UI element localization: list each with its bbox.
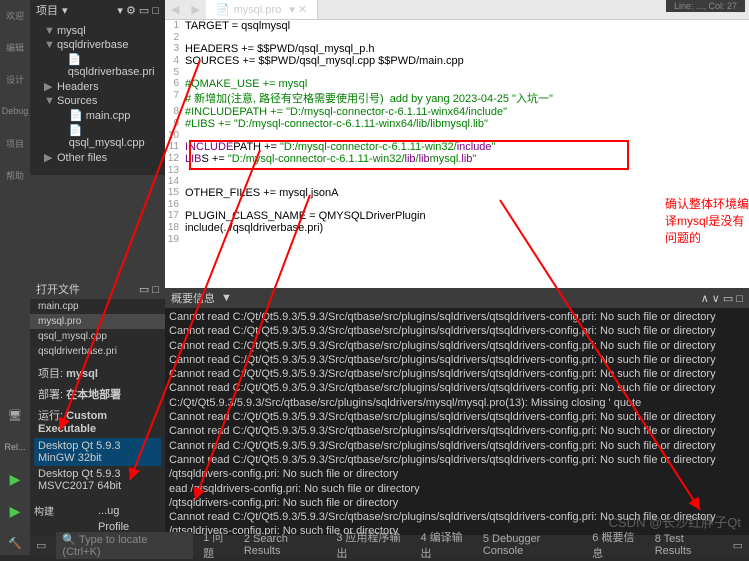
projects-mode[interactable]: 项目 <box>3 131 27 155</box>
tree-item[interactable]: 📄 qsql_mysql.cpp <box>32 123 163 150</box>
text-annotation: 确认整体环境编译mysql是没有问题的 <box>665 195 749 246</box>
status-tab[interactable]: 4 编译输出 <box>420 529 472 561</box>
open-file-item[interactable]: qsqldriverbase.pri <box>30 344 165 359</box>
status-tab[interactable]: 1 问题 <box>203 529 234 561</box>
project-tree[interactable]: ▼mysql▼qsqldriverbase📄 qsqldriverbase.pr… <box>30 20 165 175</box>
mode-rail: 欢迎 编辑 设计 Debug 项目 帮助 🖥 Rel... ▶ ▶ 🔨 <box>0 0 30 555</box>
project-panel-header: 项目▾▾ ⚙ ▭ □ <box>30 0 165 20</box>
status-tab[interactable]: 6 概要信息 <box>592 529 644 561</box>
tree-item[interactable]: 📄 qsqldriverbase.pri <box>32 52 163 79</box>
tree-item[interactable]: ▼Sources <box>32 94 163 108</box>
open-files-header: 打开文件▭ □ <box>30 279 165 299</box>
toggle-sidebar-icon[interactable]: ▭ <box>36 539 46 552</box>
run-icon[interactable]: ▶ <box>3 467 27 491</box>
build-config-option[interactable]: ...ug <box>94 503 161 519</box>
kit-option[interactable]: Desktop Qt 5.9.3 MinGW 32bit <box>34 438 161 466</box>
file-icon: 📄 <box>216 3 230 16</box>
design-mode[interactable]: 设计 <box>3 67 27 91</box>
debug-mode[interactable]: Debug <box>3 99 27 123</box>
status-tab[interactable]: 5 Debugger Console <box>483 529 582 561</box>
welcome-mode[interactable]: 欢迎 <box>3 3 27 27</box>
build-icon[interactable]: 🔨 <box>3 531 27 555</box>
kit-panel: 项目: mysql 部署: 在本地部署 运行: Custom Executabl… <box>30 359 165 499</box>
nav-back-icon[interactable]: ◀ <box>165 0 185 19</box>
debug-continue-icon[interactable]: Rel... <box>3 435 27 459</box>
help-mode[interactable]: 帮助 <box>3 163 27 187</box>
open-files-list[interactable]: main.cppmysql.proqsql_mysql.cppqsqldrive… <box>30 299 165 359</box>
nav-fwd-icon[interactable]: ▶ <box>185 0 205 19</box>
tree-item[interactable]: ▶Other files <box>32 150 163 165</box>
output-panel-header: 概要信息 ▼ ∧ ∨ ▭ □ <box>165 288 749 308</box>
editor-tab[interactable]: 📄 mysql.pro ▾ ✕ <box>206 0 318 19</box>
progress-icon: ▭ <box>733 539 743 552</box>
tree-item[interactable]: 📄 main.cpp <box>32 108 163 123</box>
edit-mode[interactable]: 编辑 <box>3 35 27 59</box>
kit-option[interactable]: Desktop Qt 5.9.3 MSVC2017 64bit <box>34 466 161 494</box>
status-tab[interactable]: 8 Test Results <box>655 529 723 561</box>
status-tab[interactable]: 3 应用程序输出 <box>336 529 410 561</box>
open-file-item[interactable]: qsql_mysql.cpp <box>30 329 165 344</box>
tree-item[interactable]: ▼qsqldriverbase <box>32 38 163 52</box>
code-editor[interactable]: 确认整体环境编译mysql是没有问题的 1TARGET = qsqlmysql2… <box>165 20 749 288</box>
open-file-item[interactable]: mysql.pro <box>30 314 165 329</box>
status-tab[interactable]: 2 Search Results <box>244 529 327 561</box>
kit-selector-icon[interactable]: 🖥 <box>3 403 27 427</box>
debug-run-icon[interactable]: ▶ <box>3 499 27 523</box>
watermark: CSDN @长沙红胖子Qt <box>609 512 741 531</box>
status-bar: ▭ 🔍 Type to locate (Ctrl+K) 1 问题2 Search… <box>30 535 749 555</box>
editor-tabs: ◀ ▶ 📄 mysql.pro ▾ ✕ ▭ □ <box>165 0 749 20</box>
tree-item[interactable]: ▼mysql <box>32 24 163 38</box>
tree-item[interactable]: ▶Headers <box>32 79 163 94</box>
cursor-position: Line: ..., Col: 27 <box>666 0 745 12</box>
open-file-item[interactable]: main.cpp <box>30 299 165 314</box>
locator-input[interactable]: 🔍 Type to locate (Ctrl+K) <box>56 532 193 559</box>
filter-icon[interactable]: ▼ <box>221 292 232 304</box>
